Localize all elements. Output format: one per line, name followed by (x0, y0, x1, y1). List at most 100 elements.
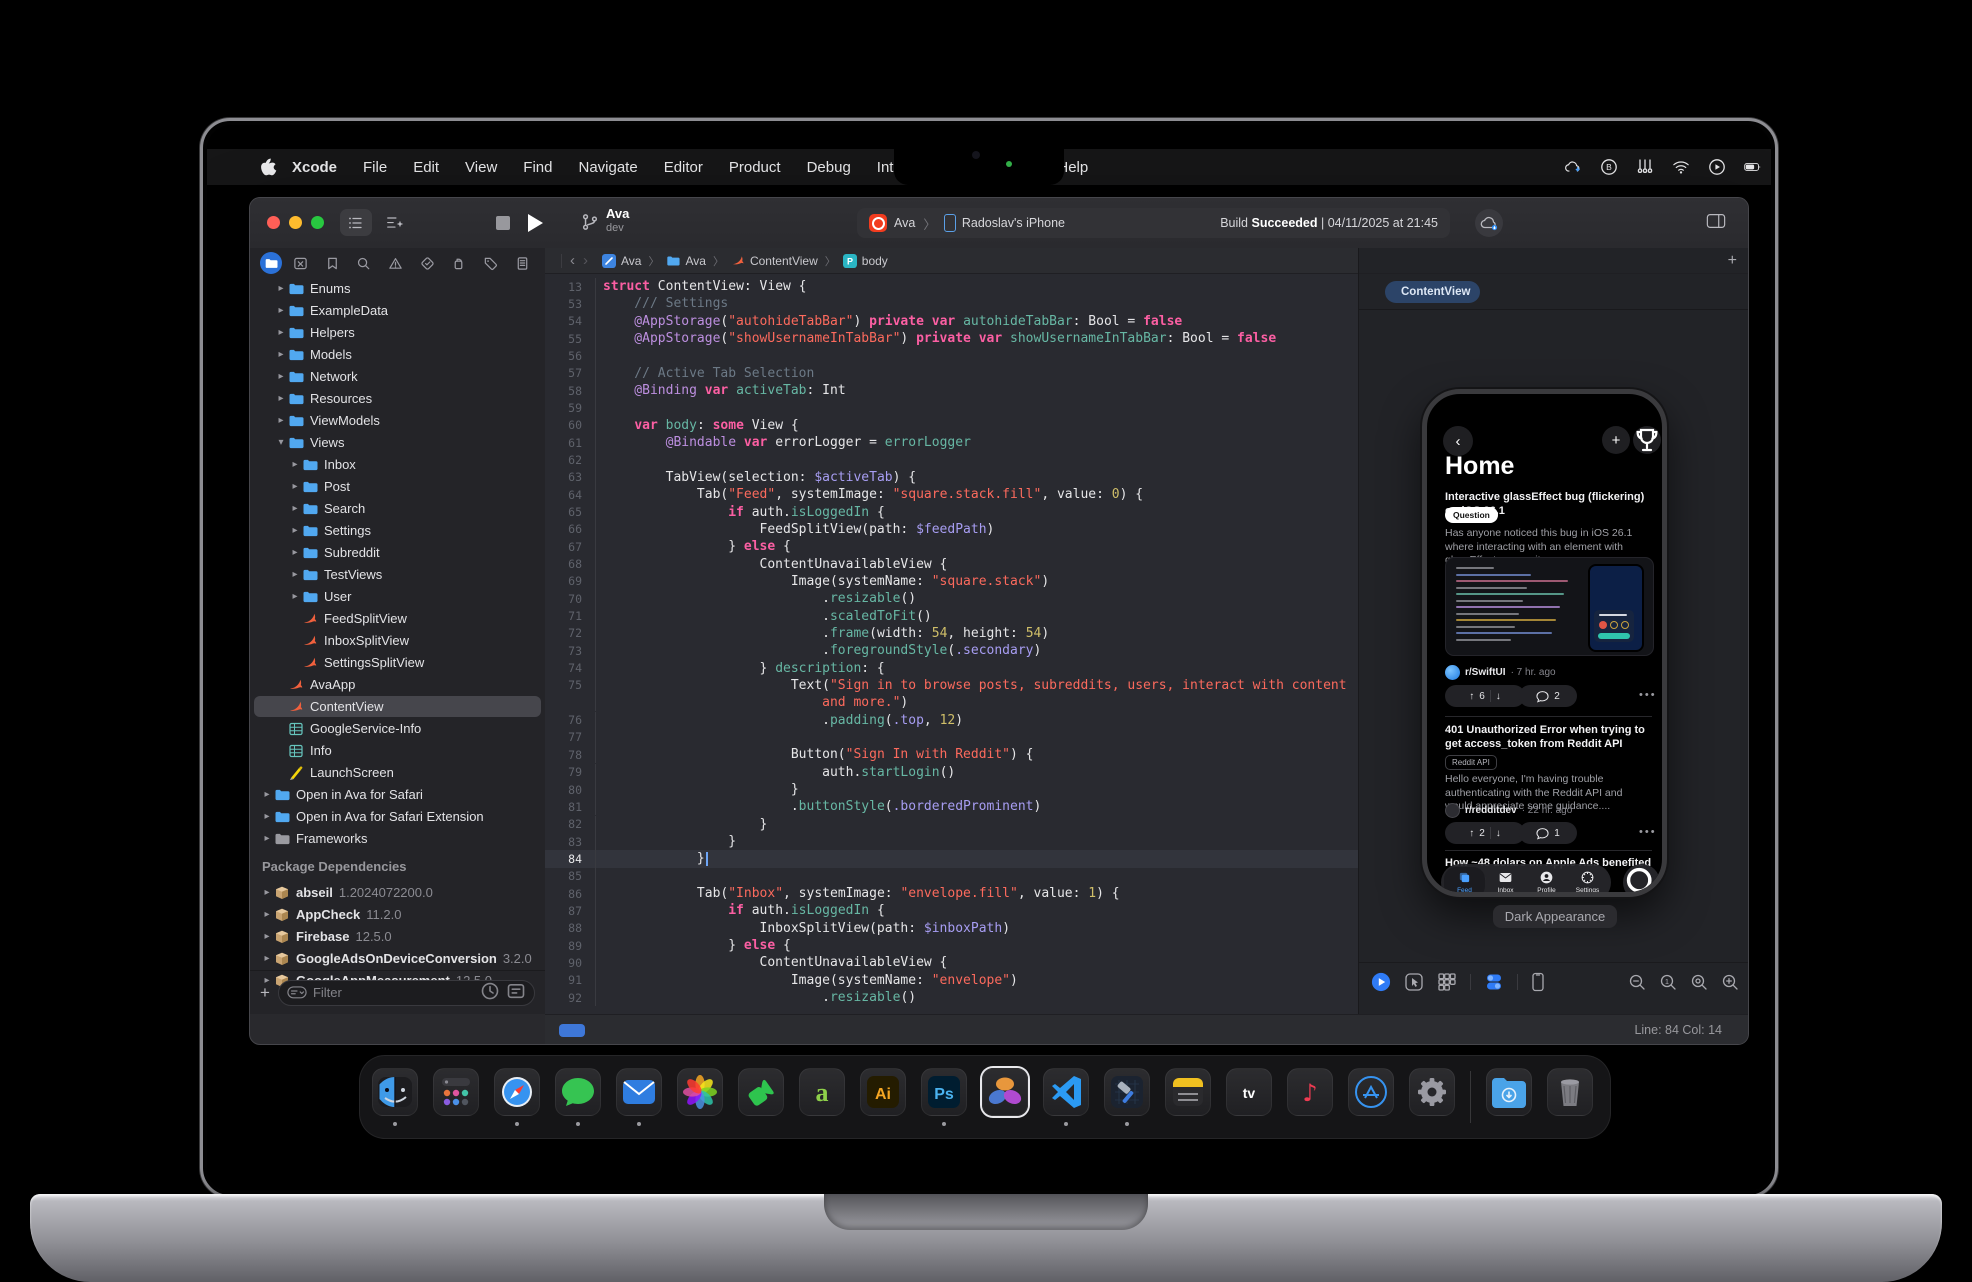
code-line[interactable]: 79 auth.startLogin() (545, 764, 1358, 781)
disclosure-chevron-icon[interactable]: ▸ (288, 525, 302, 536)
debug-navigator-icon[interactable] (446, 252, 472, 274)
file-tree-row[interactable]: ▸ Inbox (254, 454, 541, 475)
line-column-indicator[interactable]: Line: 84 Col: 14 (1634, 1023, 1722, 1037)
coding-assistant-icon[interactable] (380, 209, 410, 236)
phone-tab-settings[interactable]: Settings (1567, 867, 1608, 897)
zoom-actual-icon[interactable]: 1 (1659, 973, 1677, 991)
disclosure-chevron-icon[interactable]: ▸ (288, 591, 302, 602)
code-line[interactable]: and more.") (545, 694, 1358, 711)
menu-item-debug[interactable]: Debug (794, 159, 864, 176)
dock-mail-icon[interactable] (616, 1068, 662, 1126)
file-tree-row[interactable]: ▸ ExampleData (254, 300, 541, 321)
disclosure-chevron-icon[interactable]: ▸ (274, 349, 288, 360)
vote-pill[interactable]: ↑6 ↓ (1445, 685, 1525, 707)
code-line[interactable]: 57 // Active Tab Selection (545, 365, 1358, 382)
phone-tab-feed[interactable]: Feed (1444, 867, 1485, 897)
code-line[interactable]: 62 (545, 451, 1358, 468)
code-line[interactable]: 81 .buttonStyle(.borderedProminent) (545, 798, 1358, 815)
post-title[interactable]: 401 Unauthorized Error when trying to ge… (1445, 724, 1652, 751)
selectable-icon[interactable] (1404, 972, 1424, 992)
disclosure-chevron-icon[interactable]: ▸ (260, 887, 274, 898)
package-row[interactable]: ▸ Firebase 12.5.0 (254, 926, 541, 947)
dock-arc-icon[interactable]: a (799, 1068, 845, 1126)
find-navigator-icon[interactable] (351, 252, 377, 274)
file-tree-row[interactable]: ▸ Search (254, 498, 541, 519)
disclosure-chevron-icon[interactable]: ▸ (260, 789, 274, 800)
code-line[interactable]: 87 if auth.isLoggedIn { (545, 902, 1358, 919)
disclosure-chevron-icon[interactable]: ▸ (274, 371, 288, 382)
file-tree-row[interactable]: ▸ Models (254, 344, 541, 365)
dock-photos-icon[interactable] (677, 1068, 723, 1126)
code-line[interactable]: 92 .resizable() (545, 989, 1358, 1006)
dock-apple-tv-icon[interactable]: tv (1226, 1068, 1272, 1126)
bookmarks-navigator-icon[interactable] (319, 252, 345, 274)
apple-menu-icon[interactable] (259, 157, 279, 177)
code-line[interactable]: 77 (545, 729, 1358, 746)
zoom-window-button[interactable] (311, 216, 324, 229)
variants-icon[interactable] (1437, 972, 1457, 992)
color-scheme-icon[interactable] (1484, 972, 1504, 992)
file-tree-row[interactable]: ▸ Subreddit (254, 542, 541, 563)
file-tree-row[interactable]: ▸ Open in Ava for Safari (254, 784, 541, 805)
battery-icon[interactable] (1743, 157, 1763, 177)
file-tree-row[interactable]: ContentView (254, 696, 541, 717)
file-tree-row[interactable]: ▸ Network (254, 366, 541, 387)
menu-item-navigate[interactable]: Navigate (565, 159, 650, 176)
code-line[interactable]: 64 Tab("Feed", systemImage: "square.stac… (545, 486, 1358, 503)
code-line[interactable]: 58 @Binding var activeTab: Int (545, 382, 1358, 399)
file-tree-row[interactable]: AvaApp (254, 674, 541, 695)
disclosure-chevron-icon[interactable]: ▸ (274, 283, 288, 294)
breadcrumb-item[interactable]: ContentView (731, 254, 818, 268)
tests-navigator-icon[interactable] (414, 252, 440, 274)
code-line[interactable]: 66 FeedSplitView(path: $feedPath) (545, 521, 1358, 538)
code-line[interactable]: 84 } (545, 850, 1358, 867)
code-line[interactable]: 78 Button("Sign In with Reddit") { (545, 746, 1358, 763)
file-tree-row[interactable]: ▸ Open in Ava for Safari Extension (254, 806, 541, 827)
code-line[interactable]: 72 .frame(width: 54, height: 54) (545, 625, 1358, 642)
changes-navigator-icon[interactable] (288, 252, 314, 274)
sync-cloud-icon[interactable] (1563, 157, 1583, 177)
dock-safari-icon[interactable] (494, 1068, 540, 1126)
post-image[interactable] (1445, 557, 1654, 656)
dock-xcode-beta-icon[interactable] (1104, 1068, 1150, 1126)
dock-vscode-icon[interactable] (1043, 1068, 1089, 1126)
code-line[interactable]: 55 @AppStorage("showUsernameInTabBar") p… (545, 330, 1358, 347)
go-back-button[interactable]: ‹ (570, 252, 575, 269)
dock-facetime-icon[interactable] (738, 1068, 784, 1126)
file-tree-row[interactable]: InboxSplitView (254, 630, 541, 651)
file-tree-row[interactable]: GoogleService-Info (254, 718, 541, 739)
phone-tab-profile[interactable]: Profile (1526, 867, 1567, 897)
disclosure-chevron-icon[interactable]: ▸ (260, 833, 274, 844)
breakpoints-navigator-icon[interactable] (477, 252, 503, 274)
live-preview-icon[interactable] (1371, 972, 1391, 992)
code-line[interactable]: 68 ContentUnavailableView { (545, 555, 1358, 572)
navigator-toggle-button[interactable] (340, 209, 372, 236)
run-button[interactable] (528, 214, 543, 232)
file-tree-row[interactable]: ▸ TestViews (254, 564, 541, 585)
menu-item-editor[interactable]: Editor (651, 159, 716, 176)
code-line[interactable]: 82 } (545, 816, 1358, 833)
breadcrumb-item[interactable]: Pbody (843, 254, 888, 268)
code-line[interactable]: 65 if auth.isLoggedIn { (545, 503, 1358, 520)
code-line[interactable]: 71 .scaledToFit() (545, 607, 1358, 624)
file-tree-row[interactable]: ▸ Post (254, 476, 541, 497)
stop-button[interactable] (496, 216, 510, 230)
recent-filter-icon[interactable] (480, 981, 500, 1004)
disclosure-chevron-icon[interactable]: ▸ (288, 459, 302, 470)
more-icon[interactable]: ••• (1639, 826, 1657, 838)
code-line[interactable]: 61 @Bindable var errorLogger = errorLogg… (545, 434, 1358, 451)
disclosure-chevron-icon[interactable]: ▸ (274, 305, 288, 316)
file-tree-row[interactable]: ▸ Helpers (254, 322, 541, 343)
comments-pill[interactable]: 2 (1519, 685, 1577, 707)
cloud-sync-icon[interactable] (1475, 209, 1503, 237)
wifi-icon[interactable] (1671, 157, 1691, 177)
code-line[interactable]: 90 ContentUnavailableView { (545, 954, 1358, 971)
code-line[interactable]: 86 Tab("Inbox", systemImage: "envelope.f… (545, 885, 1358, 902)
code-line[interactable]: 91 Image(systemName: "envelope") (545, 972, 1358, 989)
comments-pill[interactable]: 1 (1519, 822, 1577, 844)
zoom-fit-icon[interactable] (1690, 973, 1708, 991)
add-editor-button[interactable]: + (1728, 252, 1737, 270)
file-tree-row[interactable]: SettingsSplitView (254, 652, 541, 673)
vote-pill[interactable]: ↑2 ↓ (1445, 822, 1525, 844)
disclosure-chevron-icon[interactable]: ▸ (288, 569, 302, 580)
